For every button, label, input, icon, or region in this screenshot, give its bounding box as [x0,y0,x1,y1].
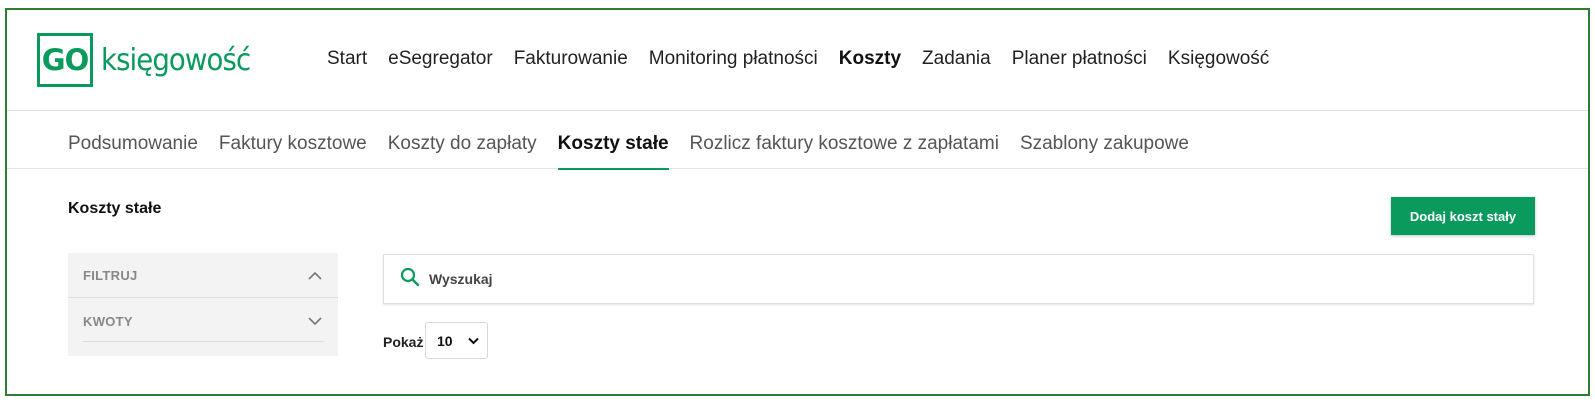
nav-item-esegregator[interactable]: eSegregator [388,48,493,70]
top-header: GO księgowość Start eSegregator Fakturow… [7,10,1588,111]
nav-item-monitoring-platnosci[interactable]: Monitoring płatności [649,48,818,70]
nav-item-fakturowanie[interactable]: Fakturowanie [514,48,628,70]
nav-item-planer-platnosci[interactable]: Planer płatności [1012,48,1147,70]
tab-podsumowanie[interactable]: Podsumowanie [68,111,198,169]
page-title: Koszty stałe [68,200,162,217]
search-box [383,254,1534,304]
filter-header-toggle[interactable]: FILTRUJ [68,253,338,298]
logo[interactable]: GO księgowość [37,33,263,87]
main-nav: Start eSegregator Fakturowanie Monitorin… [327,48,1290,70]
tab-szablony-zakupowe[interactable]: Szablony zakupowe [1020,111,1189,169]
nav-item-start[interactable]: Start [327,48,367,70]
page-size-select[interactable]: 10 [425,322,488,359]
logo-text: księgowość [101,42,251,78]
tab-rozlicz-faktury[interactable]: Rozlicz faktury kosztowe z zapłatami [690,111,999,169]
app-frame: GO księgowość Start eSegregator Fakturow… [5,8,1590,396]
nav-item-ksiegowosc[interactable]: Księgowość [1168,48,1269,70]
nav-item-koszty[interactable]: Koszty [839,48,901,70]
add-fixed-cost-button[interactable]: Dodaj koszt stały [1391,197,1535,235]
search-icon [400,267,420,292]
sub-tabs: Podsumowanie Faktury kosztowe Koszty do … [7,111,1588,170]
filter-panel: FILTRUJ KWOTY [68,253,338,356]
filter-header-label: FILTRUJ [83,267,138,283]
chevron-up-icon [306,266,324,284]
logo-box: GO [37,33,93,87]
chevron-down-icon [468,332,479,350]
page-size-value: 10 [437,332,453,349]
filter-amounts-toggle[interactable]: KWOTY [68,299,338,343]
search-input[interactable] [429,271,1429,287]
nav-item-zadania[interactable]: Zadania [922,48,991,70]
page-size-label: Pokaż [383,334,424,350]
filter-amounts-label: KWOTY [83,313,133,329]
tab-koszty-do-zaplaty[interactable]: Koszty do zapłaty [388,111,537,169]
tab-faktury-kosztowe[interactable]: Faktury kosztowe [219,111,367,169]
chevron-down-icon [306,312,324,330]
tab-koszty-stale[interactable]: Koszty stałe [557,111,669,170]
